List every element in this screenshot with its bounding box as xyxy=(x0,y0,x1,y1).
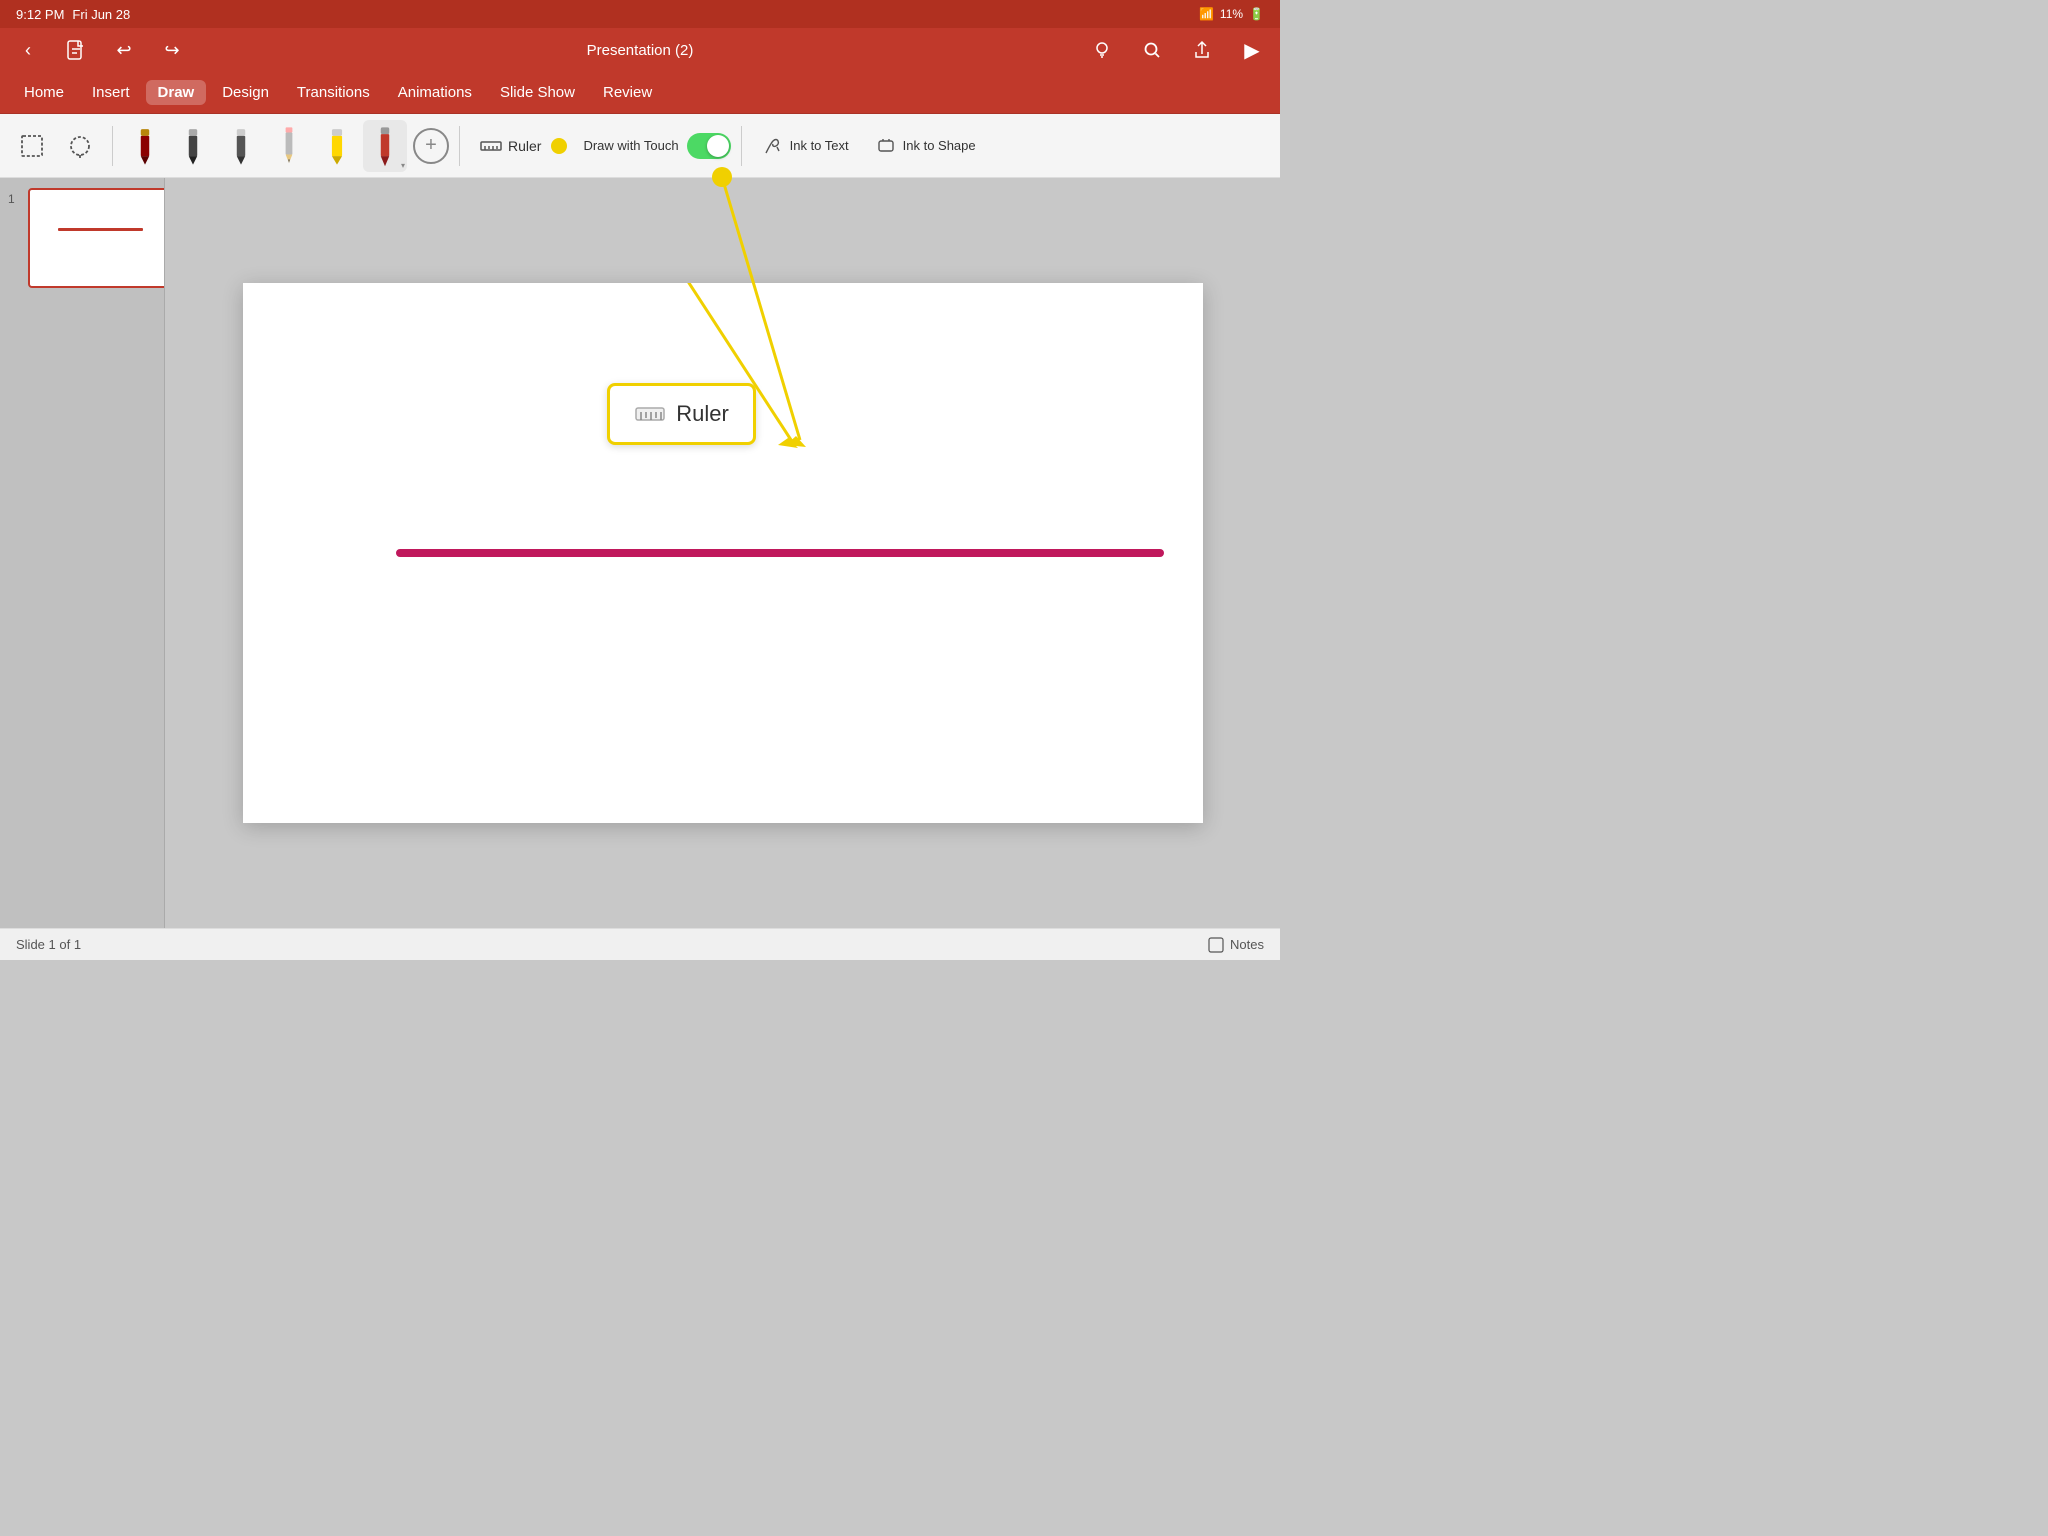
ruler-label: Ruler xyxy=(508,138,541,154)
pen-crimson-active[interactable]: ▾ xyxy=(363,120,407,172)
ruler-button[interactable]: Ruler xyxy=(470,131,577,161)
presentation-title: Presentation (2) xyxy=(587,42,694,59)
rect-select-tool[interactable] xyxy=(10,120,54,172)
menu-transitions[interactable]: Transitions xyxy=(285,80,382,105)
notes-checkbox-icon xyxy=(1208,937,1224,953)
undo-button[interactable]: ↩ xyxy=(108,34,140,66)
slide-info: Slide 1 of 1 xyxy=(16,937,81,952)
file-button[interactable] xyxy=(60,34,92,66)
search-button[interactable] xyxy=(1136,34,1168,66)
draw-with-touch-toggle[interactable] xyxy=(687,133,731,159)
menu-draw[interactable]: Draw xyxy=(146,80,207,105)
slide-thumbnail-1[interactable] xyxy=(28,188,165,288)
slide-mini-drawn-line xyxy=(58,228,143,231)
ruler-popup: Ruler xyxy=(607,383,756,445)
ink-to-text-button[interactable]: Ink to Text xyxy=(752,131,859,161)
pencil-light[interactable] xyxy=(267,120,311,172)
slide-canvas[interactable]: Ruler xyxy=(243,283,1203,823)
menu-slideshow[interactable]: Slide Show xyxy=(488,80,587,105)
title-bar-left: ‹ ↩ ↪ xyxy=(12,34,188,66)
slide-thumbnail-container: 1 xyxy=(28,188,165,288)
canvas-area[interactable]: Ruler xyxy=(165,178,1280,928)
ruler-popup-label: Ruler xyxy=(676,401,729,427)
ruler-annotation-dot xyxy=(551,138,567,154)
main-content: 1 Ruler xyxy=(0,178,1280,928)
draw-with-touch-label: Draw with Touch xyxy=(583,138,678,153)
add-tool-button[interactable]: + xyxy=(413,128,449,164)
divider-1 xyxy=(112,126,113,166)
ink-to-shape-button[interactable]: Ink to Shape xyxy=(865,131,986,161)
draw-toolbar: ▾ + Ruler Draw with Touch Ink to Text xyxy=(0,114,1280,178)
selection-tools xyxy=(10,120,102,172)
highlighter-tool[interactable] xyxy=(315,120,359,172)
lasso-select-tool[interactable] xyxy=(58,120,102,172)
status-bar-right: 📶 11% 🔋 xyxy=(1199,7,1264,21)
status-bar: 9:12 PM Fri Jun 28 📶 11% 🔋 xyxy=(0,0,1280,28)
toggle-knob xyxy=(707,135,729,157)
date-display: Fri Jun 28 xyxy=(72,7,130,22)
menu-bar: Home Insert Draw Design Transitions Anim… xyxy=(0,72,1280,114)
bottom-bar: Slide 1 of 1 Notes xyxy=(0,928,1280,960)
title-bar-right: ▶ xyxy=(1086,34,1268,66)
slide-number-label: 1 xyxy=(8,192,15,206)
menu-insert[interactable]: Insert xyxy=(80,80,142,105)
ink-to-shape-label: Ink to Shape xyxy=(903,138,976,153)
pen-dropdown-arrow: ▾ xyxy=(401,161,405,170)
wifi-icon: 📶 xyxy=(1199,7,1214,21)
drawn-line xyxy=(396,549,1164,557)
menu-home[interactable]: Home xyxy=(12,80,76,105)
pen-dark-red[interactable] xyxy=(123,120,167,172)
redo-button[interactable]: ↪ xyxy=(156,34,188,66)
slide-panel: 1 xyxy=(0,178,165,928)
play-button[interactable]: ▶ xyxy=(1236,34,1268,66)
status-bar-left: 9:12 PM Fri Jun 28 xyxy=(16,7,130,22)
menu-animations[interactable]: Animations xyxy=(386,80,484,105)
menu-design[interactable]: Design xyxy=(210,80,281,105)
pen-tools: ▾ xyxy=(123,120,407,172)
share-button[interactable] xyxy=(1186,34,1218,66)
time-display: 9:12 PM xyxy=(16,7,64,22)
divider-3 xyxy=(741,126,742,166)
back-button[interactable]: ‹ xyxy=(12,34,44,66)
pen-dark[interactable] xyxy=(171,120,215,172)
battery-icon: 🔋 xyxy=(1249,7,1264,21)
notes-label: Notes xyxy=(1230,937,1264,952)
lightbulb-button[interactable] xyxy=(1086,34,1118,66)
notes-button[interactable]: Notes xyxy=(1208,937,1264,953)
ruler-popup-icon xyxy=(634,398,666,430)
divider-2 xyxy=(459,126,460,166)
ink-to-text-label: Ink to Text xyxy=(790,138,849,153)
title-bar: ‹ ↩ ↪ Presentation (2) xyxy=(0,28,1280,72)
menu-review[interactable]: Review xyxy=(591,80,664,105)
pen-gray[interactable] xyxy=(219,120,263,172)
battery-display: 11% xyxy=(1220,7,1243,21)
draw-with-touch-section: Draw with Touch xyxy=(583,133,730,159)
